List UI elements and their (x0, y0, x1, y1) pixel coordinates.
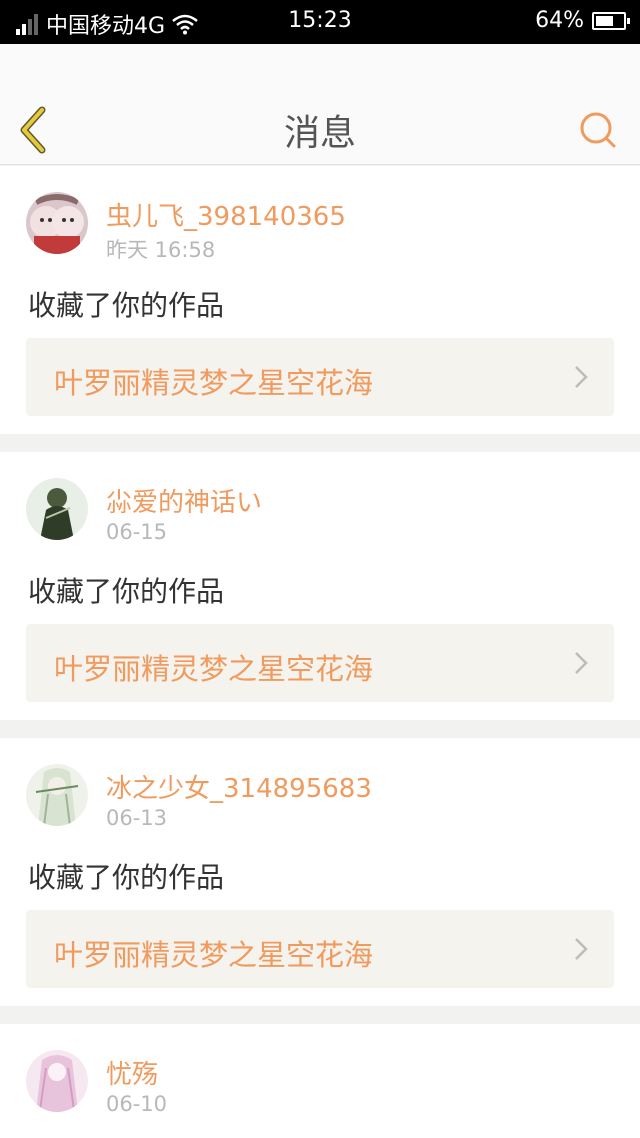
chevron-right-icon (575, 366, 588, 388)
status-right: 64% (535, 8, 630, 33)
post-time: 06-13 (106, 806, 168, 830)
user-name[interactable]: 尛爱的神话い (106, 482, 262, 519)
notification-card: 虫儿飞_398140365 昨天 16:58 收藏了你的作品 叶罗丽精灵梦之星空… (0, 166, 640, 434)
work-link[interactable]: 叶罗丽精灵梦之星空花海 (26, 624, 614, 702)
battery-percent: 64% (535, 8, 584, 33)
notification-card: 尛爱的神话い 06-15 收藏了你的作品 叶罗丽精灵梦之星空花海 (0, 452, 640, 720)
user-name[interactable]: 虫儿飞_398140365 (106, 196, 346, 233)
chevron-right-icon (575, 938, 588, 960)
post-time: 06-15 (106, 520, 168, 544)
notification-list: 虫儿飞_398140365 昨天 16:58 收藏了你的作品 叶罗丽精灵梦之星空… (0, 166, 640, 1138)
notification-card: 冰之少女_314895683 06-13 收藏了你的作品 叶罗丽精灵梦之星空花海 (0, 738, 640, 1006)
user-name[interactable]: 忧殇 (106, 1054, 158, 1091)
work-title: 叶罗丽精灵梦之星空花海 (54, 652, 374, 686)
work-title: 叶罗丽精灵梦之星空花海 (54, 366, 374, 400)
avatar[interactable] (26, 478, 88, 540)
action-text: 收藏了你的作品 (28, 289, 225, 322)
work-title: 叶罗丽精灵梦之星空花海 (54, 938, 374, 972)
status-bar: 中国移动4G 15:23 64% (0, 0, 640, 44)
battery-icon (592, 11, 630, 30)
notification-card: 忧殇 06-10 (0, 1024, 640, 1138)
post-time: 昨天 16:58 (106, 238, 216, 262)
chevron-right-icon (575, 652, 588, 674)
user-name[interactable]: 冰之少女_314895683 (106, 768, 372, 805)
work-link[interactable]: 叶罗丽精灵梦之星空花海 (26, 910, 614, 988)
work-link[interactable]: 叶罗丽精灵梦之星空花海 (26, 338, 614, 416)
battery-fill (596, 15, 613, 26)
search-icon[interactable] (578, 110, 618, 150)
header: 消息 (0, 44, 640, 165)
avatar[interactable] (26, 1050, 88, 1112)
action-text: 收藏了你的作品 (28, 861, 225, 894)
action-text: 收藏了你的作品 (28, 575, 225, 608)
page-title: 消息 (283, 113, 356, 154)
avatar[interactable] (26, 192, 88, 254)
avatar[interactable] (26, 764, 88, 826)
post-time: 06-10 (106, 1092, 168, 1116)
